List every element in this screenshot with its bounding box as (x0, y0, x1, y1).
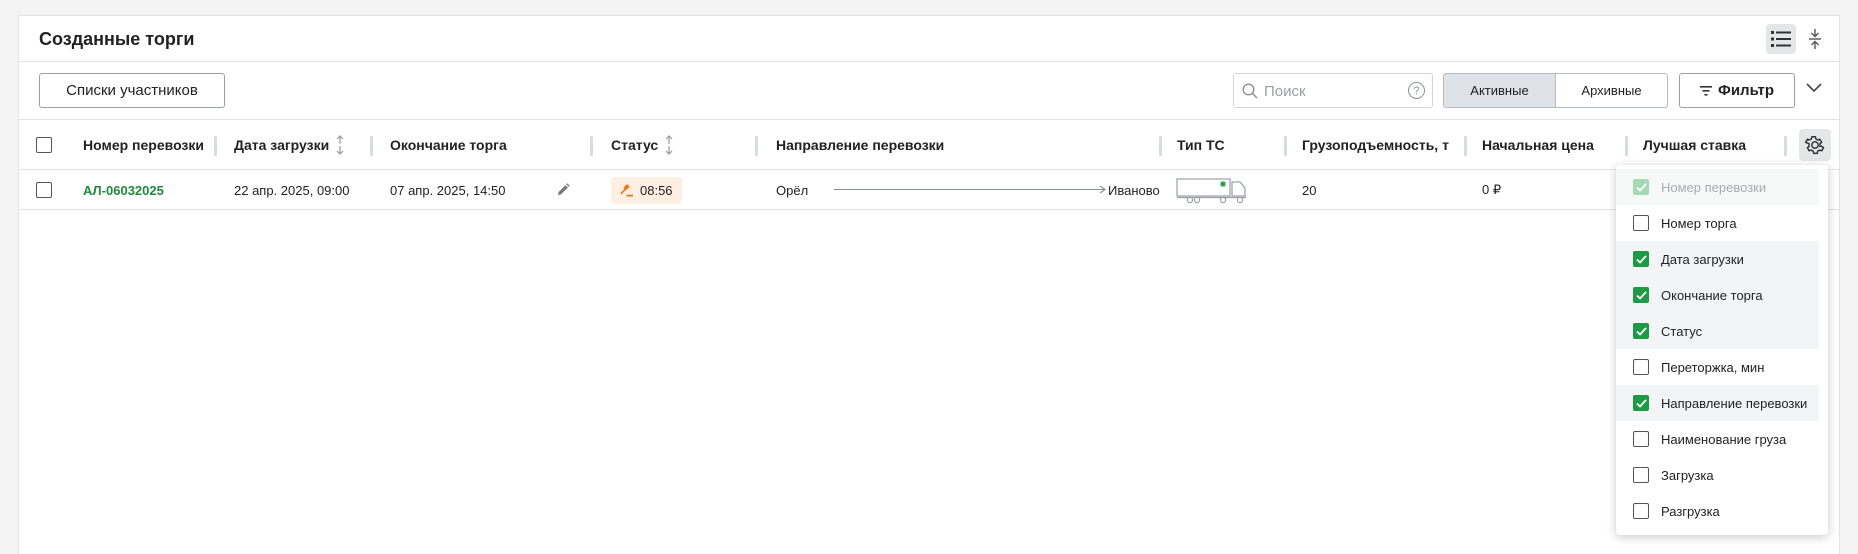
filter-icon (1700, 85, 1713, 96)
checkbox (1633, 179, 1649, 195)
checkbox[interactable] (1633, 251, 1649, 267)
column-resizer[interactable] (1159, 136, 1162, 156)
pencil-icon (558, 183, 570, 195)
check-icon (1635, 254, 1647, 264)
column-settings-button[interactable] (1799, 129, 1831, 161)
checkbox[interactable] (1633, 287, 1649, 303)
column-resizer[interactable] (1625, 136, 1628, 156)
search-box[interactable]: ? (1233, 73, 1433, 108)
route-line (834, 189, 1104, 190)
column-resizer[interactable] (214, 136, 217, 156)
column-resizer[interactable] (590, 136, 593, 156)
arrow-right-icon (1099, 185, 1107, 194)
column-settings-menu: Номер перевозки Номер торга Дата загрузк… (1616, 165, 1828, 535)
column-option-rebid[interactable]: Переторжка, мин (1616, 349, 1819, 385)
edit-button[interactable] (556, 170, 570, 210)
column-header-status[interactable]: Статус (611, 120, 674, 170)
column-option-label: Номер перевозки (1661, 179, 1767, 195)
gear-icon (1804, 136, 1825, 155)
checkbox[interactable] (1633, 395, 1649, 411)
vehicle-type (1176, 170, 1250, 210)
column-option-label: Статус (1661, 323, 1703, 339)
checkbox[interactable] (1633, 323, 1649, 339)
column-option-direction[interactable]: Направление перевозки (1616, 385, 1819, 421)
toolbar: Списки участников ? Активные Архивные Фи… (19, 62, 1839, 120)
end-date: 07 апр. 2025, 14:50 (390, 182, 506, 198)
column-option-label: Номер торга (1661, 215, 1737, 231)
checkbox[interactable] (1633, 467, 1649, 483)
column-option-label: Направление перевозки (1661, 395, 1808, 411)
column-option-load-date[interactable]: Дата загрузки (1616, 241, 1819, 277)
list-view-button[interactable] (1766, 24, 1796, 54)
column-header-number[interactable]: Номер перевозки (83, 120, 204, 170)
column-option-loading[interactable]: Загрузка (1616, 457, 1819, 493)
auction-hammer-icon (620, 184, 633, 197)
checkbox[interactable] (1633, 359, 1649, 375)
column-resizer[interactable] (370, 136, 373, 156)
sort-icon[interactable] (335, 134, 345, 156)
search-input[interactable] (1264, 82, 1399, 100)
status-timer: 08:56 (640, 183, 673, 198)
chevron-down-icon[interactable] (1805, 82, 1823, 94)
column-header-vehicle-type[interactable]: Тип ТС (1177, 120, 1225, 170)
column-option-unloading[interactable]: Разгрузка (1616, 493, 1819, 529)
filter-label: Фильтр (1718, 82, 1774, 99)
filter-button[interactable]: Фильтр (1679, 73, 1795, 108)
search-icon (1242, 83, 1258, 99)
check-icon (1635, 290, 1647, 300)
column-option-label: Разгрузка (1661, 503, 1720, 519)
column-header-direction[interactable]: Направление перевозки (776, 120, 944, 170)
start-price: 0 ₽ (1482, 182, 1502, 197)
column-option-label: Окончание торга (1661, 287, 1763, 303)
created-tenders-panel: Созданные торги Списки участников Поиск … (18, 15, 1840, 554)
status-badge: 08:56 (611, 177, 682, 204)
column-header-best-bid[interactable]: Лучшая ставка (1643, 120, 1746, 170)
tab-archive[interactable]: Архивные (1555, 73, 1668, 108)
table-row[interactable]: АЛ-06032025 22 апр. 2025, 09:00 07 апр. … (19, 170, 1839, 210)
table-header: Номер перевозки Дата загрузки Окончание … (19, 120, 1839, 170)
tab-active[interactable]: Активные (1443, 73, 1556, 108)
route-from: Орёл (776, 182, 809, 198)
column-header-status-label: Статус (611, 137, 659, 153)
panel-header: Созданные торги (19, 16, 1839, 62)
column-header-start-price[interactable]: Начальная цена (1482, 120, 1594, 170)
shipment-number-link[interactable]: АЛ-06032025 (83, 183, 164, 198)
column-header-load-date-label: Дата загрузки (234, 137, 330, 153)
column-resizer[interactable] (755, 136, 758, 156)
check-icon (1635, 326, 1647, 336)
route-to: Иваново (1108, 182, 1160, 198)
collapse-icon (1809, 29, 1821, 49)
column-option-status[interactable]: Статус (1616, 313, 1819, 349)
column-option-label: Переторжка, мин (1661, 359, 1765, 375)
list-icon (1771, 31, 1791, 47)
column-resizer[interactable] (1784, 136, 1787, 156)
column-header-load-date[interactable]: Дата загрузки (234, 120, 345, 170)
help-icon[interactable]: ? (1408, 82, 1425, 99)
checkbox[interactable] (1633, 431, 1649, 447)
column-option-shipment-number: Номер перевозки (1616, 169, 1819, 205)
column-resizer[interactable] (1284, 136, 1287, 156)
checkbox[interactable] (1633, 215, 1649, 231)
collapse-button[interactable] (1800, 24, 1830, 54)
column-option-end-date[interactable]: Окончание торга (1616, 277, 1819, 313)
checkbox[interactable] (1633, 503, 1649, 519)
page-title: Созданные торги (39, 29, 195, 49)
column-header-end-date[interactable]: Окончание торга (390, 120, 507, 170)
load-date: 22 апр. 2025, 09:00 (234, 182, 350, 198)
check-icon (1635, 398, 1647, 408)
column-option-label: Дата загрузки (1661, 251, 1744, 267)
participants-lists-button[interactable]: Списки участников (39, 73, 225, 108)
select-all-checkbox[interactable] (36, 137, 52, 153)
capacity: 20 (1302, 182, 1317, 198)
refrigerator-truck-icon (1176, 178, 1246, 204)
column-resizer[interactable] (1464, 136, 1467, 156)
column-option-label: Наименование груза (1661, 431, 1787, 447)
column-header-capacity[interactable]: Грузоподъемность, т (1302, 120, 1449, 170)
row-checkbox[interactable] (36, 182, 52, 198)
column-option-tender-number[interactable]: Номер торга (1616, 205, 1819, 241)
sort-icon[interactable] (664, 134, 674, 156)
check-icon (1635, 182, 1647, 192)
column-option-label: Загрузка (1661, 467, 1714, 483)
column-option-cargo-name[interactable]: Наименование груза (1616, 421, 1819, 457)
